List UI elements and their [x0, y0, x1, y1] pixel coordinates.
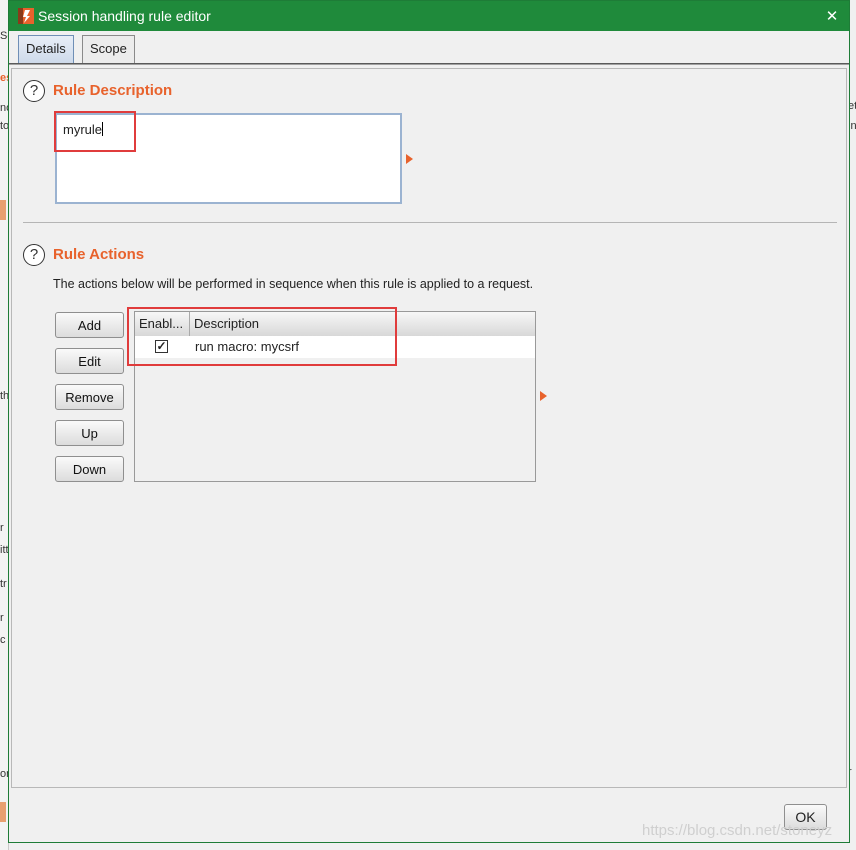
tab-divider	[9, 63, 849, 65]
help-icon[interactable]: ?	[23, 244, 45, 266]
up-button[interactable]: Up	[55, 420, 124, 446]
add-button[interactable]: Add	[55, 312, 124, 338]
background-accent	[0, 802, 6, 822]
title-bar[interactable]: Session handling rule editor ✕	[9, 1, 849, 31]
close-button[interactable]: ✕	[815, 1, 849, 31]
rule-actions-title: Rule Actions	[53, 246, 145, 263]
rule-actions-description: The actions below will be performed in s…	[53, 277, 534, 291]
session-rule-editor-dialog: Session handling rule editor ✕ Details S…	[8, 0, 850, 843]
tab-scope[interactable]: Scope	[82, 35, 135, 63]
close-icon: ✕	[825, 8, 839, 25]
help-icon[interactable]: ?	[23, 80, 45, 102]
background-text-fragment: c	[0, 634, 6, 646]
expand-arrow-icon[interactable]	[540, 391, 547, 401]
window-title: Session handling rule editor	[38, 8, 211, 24]
tab-details[interactable]: Details	[18, 35, 74, 64]
down-button[interactable]: Down	[55, 456, 124, 482]
background-text-fragment: r	[0, 612, 4, 624]
highlight-box	[54, 111, 136, 152]
details-panel: ? Rule Description myrule ? Rule Actions…	[11, 68, 847, 788]
remove-button[interactable]: Remove	[55, 384, 124, 410]
edit-button[interactable]: Edit	[55, 348, 124, 374]
watermark-text: https://blog.csdn.net/stoneyz	[642, 822, 833, 839]
rule-description-title: Rule Description	[53, 82, 173, 99]
background-text-fragment: r	[0, 522, 4, 534]
highlight-box	[127, 307, 397, 366]
burp-app-icon	[18, 8, 34, 24]
background-accent	[0, 200, 6, 220]
background-text-fragment: tr	[0, 578, 7, 590]
section-divider	[23, 222, 837, 223]
expand-arrow-icon[interactable]	[406, 154, 413, 164]
